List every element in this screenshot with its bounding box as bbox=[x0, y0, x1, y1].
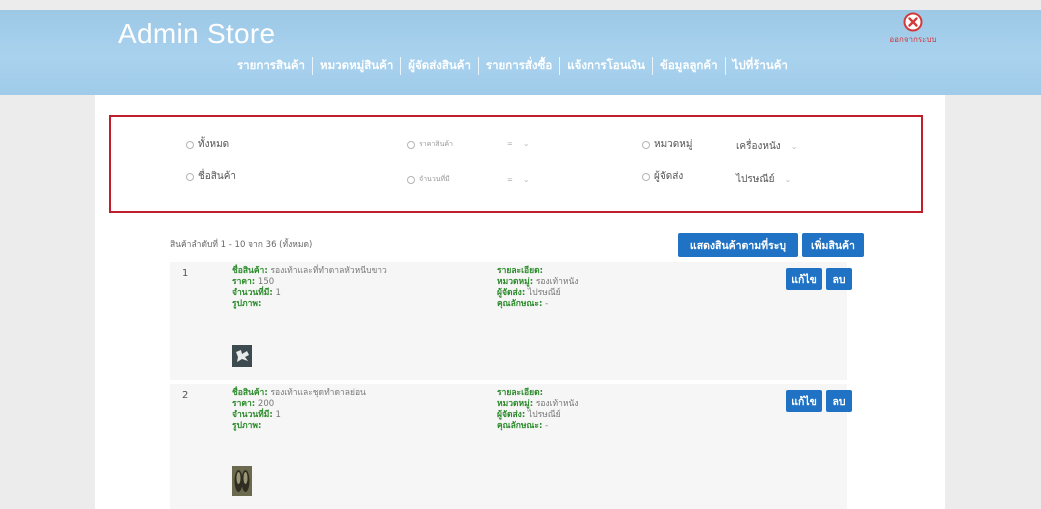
nav-products[interactable]: รายการสินค้า bbox=[230, 57, 312, 75]
result-count: สินค้าลำดับที่ 1 - 10 จาก 36 (ทั้งหมด) bbox=[170, 240, 313, 250]
logout-label: ออกจากระบบ bbox=[889, 35, 937, 44]
product-name: รองเท้าและชุดทำดาลย่อน bbox=[270, 388, 366, 398]
delete-button[interactable]: ลบ bbox=[826, 390, 852, 412]
radio-icon bbox=[186, 172, 194, 181]
stock-operator-value: = bbox=[507, 175, 513, 184]
price-operator-value: = bbox=[507, 139, 513, 148]
chevron-down-icon: ⌄ bbox=[790, 142, 798, 151]
delete-button[interactable]: ลบ bbox=[826, 268, 852, 290]
filter-all-radio[interactable]: ทั้งหมด bbox=[186, 137, 229, 152]
chevron-down-icon: ⌄ bbox=[522, 139, 530, 148]
product-feature: - bbox=[545, 299, 549, 309]
filter-price-radio[interactable]: ราคาสินค้า bbox=[407, 139, 453, 150]
radio-icon bbox=[186, 140, 194, 149]
close-circle-icon bbox=[903, 12, 923, 32]
product-stock: 1 bbox=[275, 288, 281, 298]
product-details: รายละเอียด: หมวดหมู่: รองเท้าหนัง ผู้จัด… bbox=[497, 388, 578, 432]
nav-categories[interactable]: หมวดหมู่สินค้า bbox=[312, 57, 400, 75]
edit-button[interactable]: แก้ไข bbox=[786, 268, 822, 290]
feature-label: คุณลักษณะ: bbox=[497, 421, 543, 431]
main-content: ทั้งหมด ชื่อสินค้า ราคาสินค้า = ⌄ จำนวนท… bbox=[95, 95, 945, 509]
product-image bbox=[232, 466, 252, 496]
product-stock: 1 bbox=[275, 410, 281, 420]
nav-payments[interactable]: แจ้งการโอนเงิน bbox=[559, 57, 652, 75]
stock-operator-select[interactable]: = ⌄ bbox=[507, 175, 530, 184]
filter-name-radio[interactable]: ชื่อสินค้า bbox=[186, 169, 236, 184]
detail-label: รายละเอียด: bbox=[497, 388, 544, 398]
filter-panel: ทั้งหมด ชื่อสินค้า ราคาสินค้า = ⌄ จำนวนท… bbox=[109, 115, 923, 213]
filter-price-label: ราคาสินค้า bbox=[419, 140, 453, 148]
product-row: 2 ชื่อสินค้า: รองเท้าและชุดทำดาลย่อน ราค… bbox=[170, 384, 852, 509]
product-shipper: ไปรษณีย์ bbox=[527, 410, 561, 420]
shipper-select[interactable]: ไปรษณีย์ ⌄ bbox=[736, 172, 791, 187]
stock-label: จำนวนที่มี: bbox=[232, 410, 273, 420]
radio-icon bbox=[407, 175, 415, 184]
price-operator-select[interactable]: = ⌄ bbox=[507, 139, 530, 148]
radio-icon bbox=[407, 140, 415, 149]
image-label: รูปภาพ: bbox=[232, 421, 262, 431]
price-label: ราคา: bbox=[232, 399, 256, 409]
product-feature: - bbox=[545, 421, 549, 431]
chevron-down-icon: ⌄ bbox=[522, 175, 530, 184]
product-category: รองเท้าหนัง bbox=[535, 277, 579, 287]
shipper-label: ผู้จัดส่ง: bbox=[497, 410, 526, 420]
category-select-value: เครื่องหนัง bbox=[736, 141, 781, 152]
category-label: หมวดหมู่: bbox=[497, 277, 534, 287]
radio-icon bbox=[642, 140, 650, 149]
app-logo[interactable]: Admin Store bbox=[118, 18, 275, 50]
product-details: รายละเอียด: หมวดหมู่: รองเท้าหนัง ผู้จัด… bbox=[497, 266, 578, 310]
name-label: ชื่อสินค้า: bbox=[232, 388, 268, 398]
shipper-select-value: ไปรษณีย์ bbox=[736, 174, 775, 185]
product-category: รองเท้าหนัง bbox=[535, 399, 579, 409]
add-product-button[interactable]: เพิ่มสินค้า bbox=[802, 233, 864, 257]
filter-shipper-radio[interactable]: ผู้จัดส่ง bbox=[642, 169, 683, 184]
shipper-label: ผู้จัดส่ง: bbox=[497, 288, 526, 298]
price-label: ราคา: bbox=[232, 277, 256, 287]
product-price: 200 bbox=[257, 399, 275, 409]
feature-label: คุณลักษณะ: bbox=[497, 299, 543, 309]
logout-button[interactable]: ออกจากระบบ bbox=[868, 12, 958, 46]
nav-store[interactable]: ไปที่ร้านค้า bbox=[724, 57, 795, 75]
product-row: 1 ชื่อสินค้า: รองเท้าและที่ทำดาลหัวหนีบข… bbox=[170, 262, 852, 380]
row-number: 2 bbox=[182, 390, 189, 401]
radio-icon bbox=[642, 172, 650, 181]
product-image bbox=[232, 345, 252, 367]
nav-customers[interactable]: ข้อมูลลูกค้า bbox=[651, 57, 725, 75]
image-label: รูปภาพ: bbox=[232, 299, 262, 309]
product-info: ชื่อสินค้า: รองเท้าและที่ทำดาลหัวหนีบขาว… bbox=[232, 266, 387, 310]
product-price: 150 bbox=[257, 277, 275, 287]
chevron-down-icon: ⌄ bbox=[784, 175, 792, 184]
product-shipper: ไปรษณีย์ bbox=[527, 288, 561, 298]
main-nav: รายการสินค้า หมวดหมู่สินค้า ผู้จัดส่งสิน… bbox=[230, 55, 795, 77]
name-label: ชื่อสินค้า: bbox=[232, 266, 268, 276]
product-info: ชื่อสินค้า: รองเท้าและชุดทำดาลย่อน ราคา:… bbox=[232, 388, 366, 432]
filter-category-label: หมวดหมู่ bbox=[654, 139, 693, 150]
category-label: หมวดหมู่: bbox=[497, 399, 534, 409]
filter-all-label: ทั้งหมด bbox=[198, 139, 230, 150]
edit-button[interactable]: แก้ไข bbox=[786, 390, 822, 412]
filter-category-radio[interactable]: หมวดหมู่ bbox=[642, 137, 692, 152]
header-bar: Admin Store ออกจากระบบ รายการสินค้า หมวด… bbox=[0, 10, 1041, 95]
nav-shippers[interactable]: ผู้จัดส่งสินค้า bbox=[400, 57, 478, 75]
category-select[interactable]: เครื่องหนัง ⌄ bbox=[736, 139, 797, 154]
row-number: 1 bbox=[182, 268, 189, 279]
filter-stock-radio[interactable]: จำนวนที่มี bbox=[407, 174, 450, 185]
filter-shipper-label: ผู้จัดส่ง bbox=[654, 171, 684, 182]
product-name: รองเท้าและที่ทำดาลหัวหนีบขาว bbox=[270, 266, 387, 276]
show-filtered-button[interactable]: แสดงสินค้าตามที่ระบุ bbox=[678, 233, 798, 257]
filter-name-label: ชื่อสินค้า bbox=[198, 171, 237, 182]
filter-stock-label: จำนวนที่มี bbox=[419, 175, 450, 183]
detail-label: รายละเอียด: bbox=[497, 266, 544, 276]
nav-orders[interactable]: รายการสั่งซื้อ bbox=[477, 57, 559, 75]
stock-label: จำนวนที่มี: bbox=[232, 288, 273, 298]
